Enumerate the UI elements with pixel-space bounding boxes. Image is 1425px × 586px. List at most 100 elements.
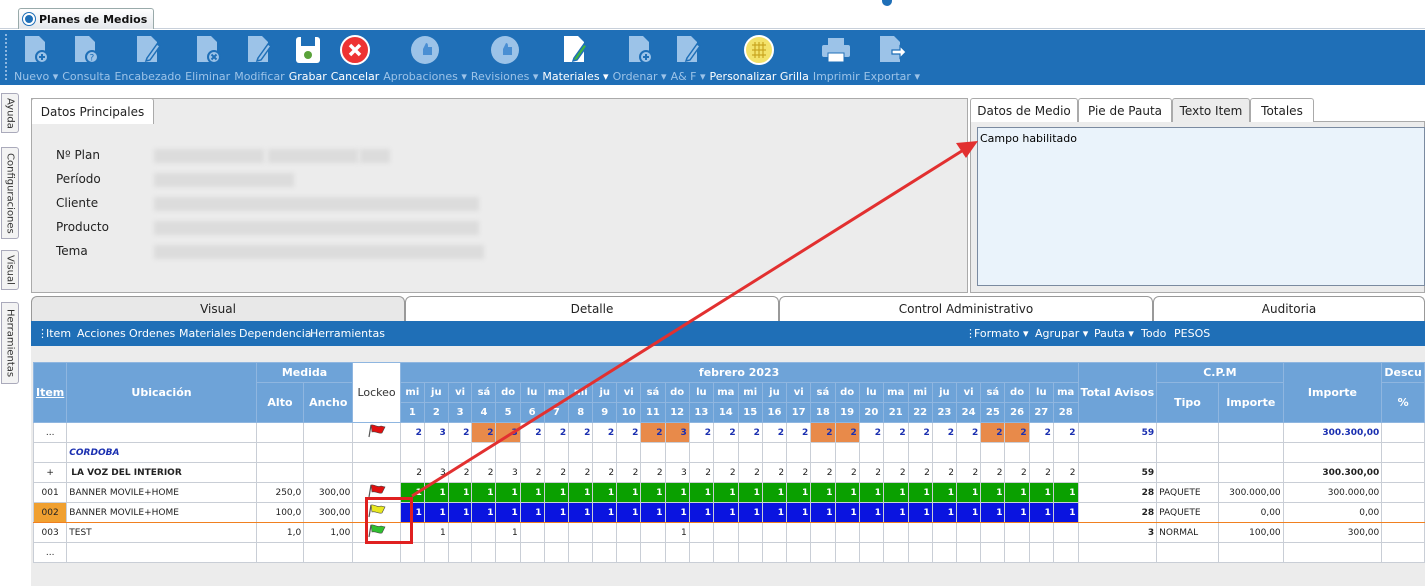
table-row[interactable]: + LA VOZ DEL INTERIOR 2 3 2 2 3 2 2 2 2 2 2 3 2 2 2 2 2 2 2 2…: [32, 462, 1425, 483]
row-day-cell[interactable]: [447, 442, 473, 463]
row-day-cell[interactable]: 2: [640, 462, 666, 483]
row-day-cell[interactable]: 2: [980, 462, 1006, 483]
row-day-cell[interactable]: [834, 542, 860, 563]
row-lockeo[interactable]: [352, 422, 401, 443]
row-day-cell[interactable]: 3: [664, 422, 690, 443]
row-day-cell[interactable]: [1004, 522, 1030, 543]
row-day-cell[interactable]: 2: [786, 422, 812, 443]
row-day-cell[interactable]: 3: [423, 462, 449, 483]
row-day-cell[interactable]: 1: [1004, 502, 1030, 523]
row-day-cell[interactable]: 1: [568, 502, 594, 523]
row-day-cell[interactable]: [471, 542, 497, 563]
row-item[interactable]: [32, 442, 68, 463]
row-day-cell[interactable]: 2: [399, 422, 425, 443]
tab-datos-principales[interactable]: Datos Principales: [31, 98, 154, 124]
row-day-cell[interactable]: [810, 522, 836, 543]
toolbar-personalizar-grilla-button[interactable]: Personalizar Grilla: [710, 30, 809, 85]
table-row[interactable]: ...: [32, 542, 1425, 563]
row-day-cell[interactable]: 1: [1004, 482, 1030, 503]
header-importe-cpm[interactable]: Importe: [1217, 382, 1284, 423]
row-day-cell[interactable]: 2: [956, 422, 982, 443]
row-day-cell[interactable]: 1: [882, 482, 909, 503]
row-day-cell[interactable]: [810, 442, 836, 463]
row-day-cell[interactable]: [688, 542, 715, 563]
row-day-cell[interactable]: [786, 522, 812, 543]
row-day-cell[interactable]: 2: [907, 462, 933, 483]
row-day-cell[interactable]: 2: [1052, 422, 1079, 443]
row-day-cell[interactable]: [761, 542, 788, 563]
toolbar-exportar-button[interactable]: Exportar ▾: [864, 30, 920, 85]
table-row[interactable]: 001 BANNER MOVILE+HOME 250,0 300,00 1 1 1 1 1 1 1 1…: [32, 482, 1425, 503]
row-day-cell[interactable]: [519, 542, 545, 563]
row-day-cell[interactable]: 2: [834, 422, 860, 443]
row-day-cell[interactable]: 1: [956, 482, 982, 503]
row-day-cell[interactable]: 1: [810, 482, 836, 503]
row-day-cell[interactable]: 1: [664, 482, 690, 503]
row-day-cell[interactable]: 1: [519, 482, 545, 503]
row-day-cell[interactable]: 2: [931, 462, 958, 483]
row-day-cell[interactable]: [688, 522, 715, 543]
row-day-cell[interactable]: 2: [447, 462, 473, 483]
row-day-cell[interactable]: [882, 522, 909, 543]
row-day-cell[interactable]: 1: [495, 522, 521, 543]
app-tab-planes-de-medios[interactable]: Planes de Medios: [18, 8, 155, 29]
row-day-cell[interactable]: [931, 522, 958, 543]
row-day-cell[interactable]: [519, 522, 545, 543]
flag-red-icon[interactable]: [366, 424, 388, 438]
row-day-cell[interactable]: 1: [761, 482, 788, 503]
row-day-cell[interactable]: 1: [737, 482, 763, 503]
texto-item-field[interactable]: Campo habilitado: [977, 127, 1425, 286]
row-day-cell[interactable]: 2: [447, 422, 473, 443]
side-tab-configuraciones[interactable]: Configuraciones: [1, 147, 19, 239]
row-day-cell[interactable]: 1: [423, 482, 449, 503]
row-day-cell[interactable]: [786, 542, 812, 563]
row-day-cell[interactable]: 1: [834, 482, 860, 503]
row-day-cell[interactable]: 1: [688, 502, 715, 523]
row-day-cell[interactable]: 2: [810, 422, 836, 443]
row-day-cell[interactable]: 1: [495, 482, 521, 503]
side-tab-ayuda[interactable]: Ayuda: [1, 93, 19, 133]
row-day-cell[interactable]: [858, 522, 884, 543]
row-day-cell[interactable]: 2: [688, 462, 715, 483]
row-lockeo[interactable]: [352, 442, 401, 463]
row-day-cell[interactable]: 1: [931, 502, 958, 523]
row-day-cell[interactable]: 1: [882, 502, 909, 523]
menu-acciones[interactable]: Acciones: [77, 327, 126, 340]
row-day-cell[interactable]: 2: [810, 462, 836, 483]
table-row[interactable]: 003 TEST 1,0 1,00 1 1 1 3 NORMAL 100,00 300,00: [32, 522, 1425, 543]
row-day-cell[interactable]: [519, 442, 545, 463]
row-day-cell[interactable]: [592, 542, 618, 563]
toolbar-grabar-button[interactable]: Grabar: [289, 30, 327, 85]
header-importe[interactable]: Importe: [1282, 362, 1383, 423]
menu-formato[interactable]: Formato ▾: [974, 327, 1029, 340]
row-item[interactable]: 002: [32, 502, 68, 523]
row-day-cell[interactable]: 2: [1004, 462, 1030, 483]
row-day-cell[interactable]: 1: [664, 502, 690, 523]
tab-auditoria[interactable]: Auditoria: [1153, 296, 1425, 321]
row-day-cell[interactable]: 1: [471, 482, 497, 503]
row-day-cell[interactable]: [834, 442, 860, 463]
header-tipo[interactable]: Tipo: [1156, 382, 1219, 423]
row-day-cell[interactable]: 2: [519, 462, 545, 483]
row-day-cell[interactable]: 2: [980, 422, 1006, 443]
flag-red-icon[interactable]: [366, 484, 388, 498]
row-day-cell[interactable]: 1: [980, 502, 1006, 523]
row-day-cell[interactable]: [882, 542, 909, 563]
row-day-cell[interactable]: 1: [447, 502, 473, 523]
menu-pauta[interactable]: Pauta ▾: [1094, 327, 1134, 340]
row-day-cell[interactable]: 1: [737, 502, 763, 523]
row-day-cell[interactable]: [980, 542, 1006, 563]
header-alto[interactable]: Alto: [255, 382, 305, 423]
row-day-cell[interactable]: 1: [688, 482, 715, 503]
tab-datos-de-medio[interactable]: Datos de Medio: [970, 98, 1078, 122]
row-day-cell[interactable]: [616, 542, 642, 563]
row-day-cell[interactable]: 1: [810, 502, 836, 523]
row-day-cell[interactable]: 3: [495, 462, 521, 483]
row-day-cell[interactable]: 3: [664, 462, 690, 483]
row-day-cell[interactable]: 2: [737, 462, 763, 483]
toolbar-materiales-button[interactable]: Materiales ▾: [542, 30, 609, 85]
row-day-cell[interactable]: 2: [399, 462, 425, 483]
table-row[interactable]: ... 2 3 2 2 3 2 2 2 2 2 2 3 2 2 2 2 2 2 2 2 2 2 2 2 2 2 2 2 59 300.300…: [32, 422, 1425, 443]
row-day-cell[interactable]: 2: [1028, 462, 1054, 483]
row-item[interactable]: ...: [32, 422, 68, 443]
